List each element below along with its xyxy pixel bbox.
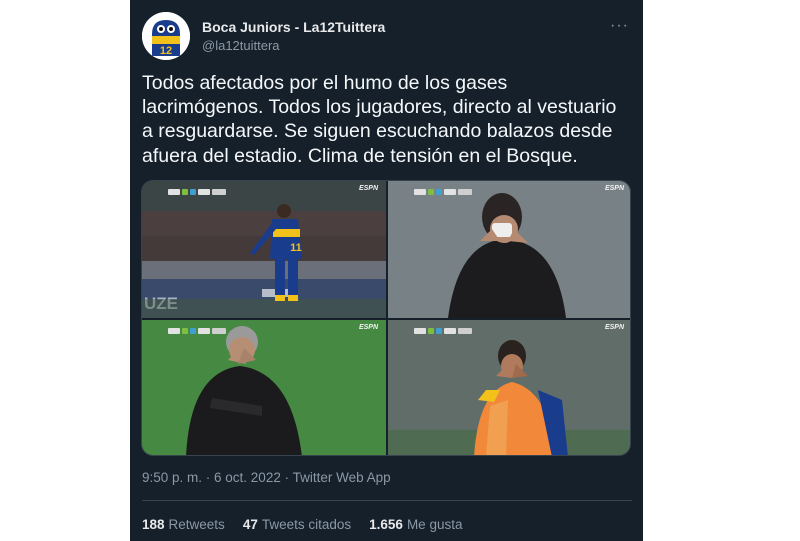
- player-walking-image: UZE 11: [142, 181, 386, 318]
- retweets-stat[interactable]: 188 Retweets: [142, 517, 225, 532]
- quote-tweets-stat[interactable]: 47 Tweets citados: [243, 517, 351, 532]
- retweets-label: Retweets: [168, 517, 225, 532]
- quote-tweets-label: Tweets citados: [261, 517, 352, 532]
- likes-stat[interactable]: 1.656 Me gusta: [369, 517, 462, 532]
- quote-tweets-count: 47: [242, 517, 258, 532]
- display-name[interactable]: Boca Juniors - La12Tuittera: [202, 19, 385, 35]
- substitute-rubbing-eyes-image: [388, 320, 630, 455]
- avatar-number: 12: [160, 45, 172, 57]
- user-handle[interactable]: @la12tuittera: [202, 38, 280, 53]
- coach-hands-on-face-image: [142, 320, 386, 455]
- media-panel-coach-field[interactable]: ESPN: [142, 320, 386, 455]
- divider: [142, 500, 632, 501]
- scorebug: [168, 328, 226, 334]
- tweet-stats: 188 Retweets 47 Tweets citados 1.656 Me gus…: [142, 517, 462, 532]
- espn-logo: ESPN: [358, 324, 378, 331]
- player-number: 11: [290, 242, 302, 254]
- media-panel-coach-smoke[interactable]: ESPN: [388, 181, 630, 318]
- media-panel-player[interactable]: UZE 11 ESPN: [142, 181, 386, 318]
- likes-count: 1.656: [369, 517, 403, 532]
- likes-label: Me gusta: [406, 517, 463, 532]
- scorebug: [414, 328, 472, 334]
- scorebug: [414, 189, 472, 195]
- scorebug: [168, 189, 226, 195]
- retweets-count: 188: [142, 517, 165, 532]
- tweet-source[interactable]: Twitter Web App: [293, 470, 391, 485]
- espn-logo: ESPN: [604, 185, 624, 192]
- more-options-icon[interactable]: ···: [610, 17, 629, 35]
- espn-logo: ESPN: [358, 185, 378, 192]
- ghost-icon: 12: [142, 12, 190, 60]
- user-avatar[interactable]: 12: [142, 12, 190, 60]
- tweet-timestamp[interactable]: 9:50 p. m. · 6 oct. 2022 ·: [142, 470, 293, 485]
- media-panel-substitute[interactable]: ESPN: [388, 320, 630, 455]
- coach-covering-face-image: [388, 181, 630, 318]
- tweet-card: 12 Boca Juniors - La12Tuittera @la12tuit…: [130, 0, 643, 541]
- media-grid[interactable]: UZE 11 ESPN ESPN ESPN ESPN: [141, 180, 631, 456]
- tweet-meta: 9:50 p. m. · 6 oct. 2022 · Twitter Web A…: [142, 470, 391, 485]
- espn-logo: ESPN: [604, 324, 624, 331]
- tweet-text: Todos afectados por el humo de los gases…: [142, 72, 617, 167]
